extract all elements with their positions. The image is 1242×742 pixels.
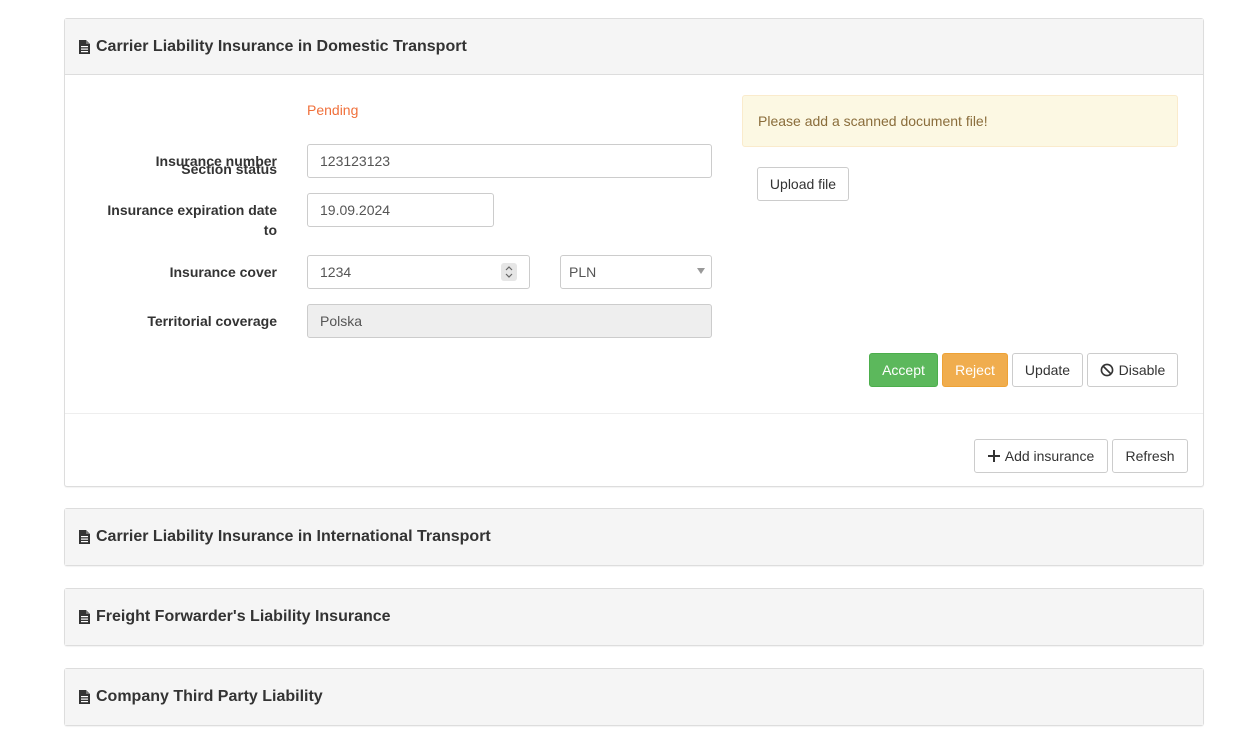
document-icon bbox=[79, 690, 90, 704]
document-icon bbox=[79, 530, 90, 544]
document-icon bbox=[79, 610, 90, 624]
expiration-date-label: Insurance expiration date to bbox=[107, 200, 277, 240]
currency-value: PLN bbox=[569, 264, 597, 280]
upload-file-button[interactable]: Upload file bbox=[757, 167, 849, 201]
section-status-value: Pending bbox=[307, 102, 359, 118]
panel-freight-forwarder: Freight Forwarder's Liability Insurance bbox=[64, 588, 1204, 646]
territorial-coverage-value: Polska bbox=[320, 313, 363, 329]
panel-heading-domestic[interactable]: Carrier Liability Insurance in Domestic … bbox=[65, 19, 1203, 75]
update-button[interactable]: Update bbox=[1012, 353, 1083, 387]
panel-title: Carrier Liability Insurance in Internati… bbox=[96, 528, 491, 545]
reject-button[interactable]: Reject bbox=[942, 353, 1008, 387]
panel-international-transport: Carrier Liability Insurance in Internati… bbox=[64, 508, 1204, 566]
accept-button[interactable]: Accept bbox=[869, 353, 938, 387]
panel-title: Carrier Liability Insurance in Domestic … bbox=[96, 37, 467, 55]
insurance-cover-label: Insurance cover bbox=[169, 264, 277, 280]
insurance-number-input[interactable]: 123123123 bbox=[307, 144, 712, 178]
ban-icon bbox=[1100, 363, 1114, 377]
refresh-button[interactable]: Refresh bbox=[1112, 439, 1188, 473]
add-insurance-button[interactable]: Add insurance bbox=[974, 439, 1108, 473]
panel-body: Section status Pending Insurance number … bbox=[65, 75, 1203, 414]
panel-title: Company Third Party Liability bbox=[96, 688, 323, 705]
add-insurance-label: Add insurance bbox=[1004, 448, 1095, 464]
number-spinner-icon[interactable] bbox=[501, 263, 517, 281]
panel-title: Freight Forwarder's Liability Insurance bbox=[96, 608, 391, 625]
expiration-label-line1: Insurance expiration date bbox=[107, 202, 277, 218]
panel-actions-area: Add insurance Refresh bbox=[65, 414, 1203, 486]
expiration-label-line2: to bbox=[263, 222, 277, 238]
panel-heading-international[interactable]: Carrier Liability Insurance in Internati… bbox=[65, 509, 1203, 565]
insurance-cover-input[interactable]: 1234 bbox=[307, 255, 530, 289]
document-icon bbox=[79, 39, 90, 54]
panel-domestic-transport: Carrier Liability Insurance in Domestic … bbox=[64, 18, 1204, 487]
panel-heading-third-party[interactable]: Company Third Party Liability bbox=[65, 669, 1203, 725]
insurance-number-value: 123123123 bbox=[320, 153, 391, 169]
disable-button[interactable]: Disable bbox=[1087, 353, 1178, 387]
insurance-number-label: Insurance number bbox=[155, 153, 277, 169]
disable-label: Disable bbox=[1118, 362, 1166, 378]
panel-third-party-liability: Company Third Party Liability bbox=[64, 668, 1204, 726]
expiration-date-value: 19.09.2024 bbox=[320, 202, 391, 218]
upload-warning-alert: Please add a scanned document file! bbox=[742, 95, 1178, 147]
expiration-date-input[interactable]: 19.09.2024 bbox=[307, 193, 494, 227]
alert-message: Please add a scanned document file! bbox=[758, 113, 988, 129]
chevron-down-icon bbox=[697, 268, 705, 274]
insurance-cover-value: 1234 bbox=[320, 264, 352, 280]
territorial-coverage-label: Territorial coverage bbox=[147, 313, 277, 329]
plus-icon bbox=[987, 450, 1000, 462]
currency-select[interactable]: PLN bbox=[560, 255, 712, 289]
panel-heading-freight[interactable]: Freight Forwarder's Liability Insurance bbox=[65, 589, 1203, 645]
territorial-coverage-input: Polska bbox=[307, 304, 712, 338]
